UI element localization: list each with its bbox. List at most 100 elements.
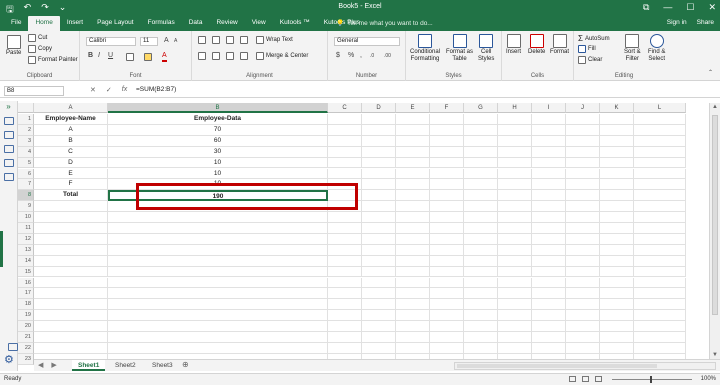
confirm-entry-icon[interactable]: ✓ bbox=[106, 86, 112, 94]
align-left-icon[interactable] bbox=[198, 52, 206, 60]
indent-icon[interactable] bbox=[240, 52, 248, 60]
align-right-icon[interactable] bbox=[226, 52, 234, 60]
cell-g21[interactable] bbox=[464, 332, 498, 343]
cell-j20[interactable] bbox=[566, 321, 600, 332]
row-header-6[interactable]: 6 bbox=[18, 168, 34, 180]
cell-l9[interactable] bbox=[634, 201, 686, 213]
name-manager-icon[interactable] bbox=[4, 131, 14, 139]
cell-k7[interactable] bbox=[600, 179, 634, 191]
scroll-up-icon[interactable]: ▲ bbox=[712, 104, 718, 110]
cell-i16[interactable] bbox=[532, 277, 566, 289]
cell-h11[interactable] bbox=[498, 223, 532, 234]
row-header-12[interactable]: 12 bbox=[18, 233, 34, 245]
number-format-select[interactable]: General bbox=[334, 37, 400, 46]
cell-f10[interactable] bbox=[430, 212, 464, 223]
decrease-decimal-button[interactable]: .00 bbox=[384, 53, 391, 59]
prev-sheet-icon[interactable]: ◀ bbox=[38, 361, 43, 369]
cell-i17[interactable] bbox=[532, 288, 566, 300]
cell-j12[interactable] bbox=[566, 233, 600, 245]
column-header-a[interactable]: A bbox=[34, 103, 108, 113]
cell-e14[interactable] bbox=[396, 255, 430, 267]
cell-c12[interactable] bbox=[328, 233, 362, 245]
cell-j13[interactable] bbox=[566, 244, 600, 256]
format-as-table-button[interactable]: Format as Table bbox=[446, 34, 473, 62]
cell-k13[interactable] bbox=[600, 244, 634, 256]
cell-f15[interactable] bbox=[430, 266, 464, 278]
cell-k12[interactable] bbox=[600, 233, 634, 245]
cell-l10[interactable] bbox=[634, 212, 686, 223]
cell-l13[interactable] bbox=[634, 244, 686, 256]
cell-e13[interactable] bbox=[396, 244, 430, 256]
cell-b2[interactable]: 70 bbox=[108, 124, 328, 136]
cell-h7[interactable] bbox=[498, 179, 532, 191]
cell-a7[interactable]: F bbox=[34, 179, 108, 191]
cell-l20[interactable] bbox=[634, 321, 686, 332]
wrap-text-button[interactable]: Wrap Text bbox=[256, 36, 293, 44]
cell-j21[interactable] bbox=[566, 332, 600, 343]
cell-k10[interactable] bbox=[600, 212, 634, 223]
cell-j2[interactable] bbox=[566, 124, 600, 136]
cell-i8[interactable] bbox=[532, 190, 566, 202]
cell-d6[interactable] bbox=[362, 168, 396, 180]
cell-k19[interactable] bbox=[600, 310, 634, 322]
cell-c1[interactable] bbox=[328, 114, 362, 125]
row-header-19[interactable]: 19 bbox=[18, 310, 34, 322]
cell-l19[interactable] bbox=[634, 310, 686, 322]
cell-a4[interactable]: C bbox=[34, 146, 108, 158]
cell-h6[interactable] bbox=[498, 168, 532, 180]
currency-button[interactable]: $ bbox=[336, 52, 340, 59]
cell-k1[interactable] bbox=[600, 114, 634, 125]
cell-d11[interactable] bbox=[362, 223, 396, 234]
cell-k18[interactable] bbox=[600, 299, 634, 311]
cell-f18[interactable] bbox=[430, 299, 464, 311]
cell-c17[interactable] bbox=[328, 288, 362, 300]
cell-g4[interactable] bbox=[464, 146, 498, 158]
cell-f9[interactable] bbox=[430, 201, 464, 213]
cell-c16[interactable] bbox=[328, 277, 362, 289]
cell-i20[interactable] bbox=[532, 321, 566, 332]
cell-b17[interactable] bbox=[108, 288, 328, 300]
cell-styles-button[interactable]: Cell Styles bbox=[478, 34, 494, 62]
cell-d12[interactable] bbox=[362, 233, 396, 245]
tab-insert[interactable]: Insert bbox=[60, 16, 90, 31]
next-sheet-icon[interactable]: ▶ bbox=[51, 361, 56, 369]
cell-k16[interactable] bbox=[600, 277, 634, 289]
fill-color-icon[interactable] bbox=[144, 53, 152, 61]
cell-k21[interactable] bbox=[600, 332, 634, 343]
cell-g16[interactable] bbox=[464, 277, 498, 289]
column-header-g[interactable]: G bbox=[464, 103, 498, 113]
cell-j1[interactable] bbox=[566, 114, 600, 125]
cell-d13[interactable] bbox=[362, 244, 396, 256]
cell-a12[interactable] bbox=[34, 233, 108, 245]
cell-h8[interactable] bbox=[498, 190, 532, 202]
cell-c21[interactable] bbox=[328, 332, 362, 343]
merge-center-button[interactable]: Merge & Center bbox=[256, 52, 308, 60]
insert-cells-button[interactable]: Insert bbox=[506, 34, 521, 55]
conditional-formatting-button[interactable]: Conditional Formatting bbox=[410, 34, 440, 62]
cell-f3[interactable] bbox=[430, 135, 464, 147]
vertical-scroll-thumb[interactable] bbox=[712, 115, 718, 315]
cell-l16[interactable] bbox=[634, 277, 686, 289]
cell-b4[interactable]: 30 bbox=[108, 146, 328, 158]
cell-d14[interactable] bbox=[362, 255, 396, 267]
cell-b16[interactable] bbox=[108, 277, 328, 289]
tab-kutools[interactable]: Kutools ™ bbox=[273, 16, 317, 31]
row-header-3[interactable]: 3 bbox=[18, 135, 34, 147]
cell-j16[interactable] bbox=[566, 277, 600, 289]
tab-page-layout[interactable]: Page Layout bbox=[90, 16, 141, 31]
cell-c3[interactable] bbox=[328, 135, 362, 147]
font-name-select[interactable]: Calibri bbox=[86, 37, 136, 46]
autosum-button[interactable]: Σ AutoSum bbox=[578, 34, 610, 43]
cell-i15[interactable] bbox=[532, 266, 566, 278]
cell-l3[interactable] bbox=[634, 135, 686, 147]
zoom-slider[interactable] bbox=[612, 376, 692, 383]
cell-i21[interactable] bbox=[532, 332, 566, 343]
comma-button[interactable]: , bbox=[360, 52, 362, 59]
cell-j3[interactable] bbox=[566, 135, 600, 147]
page-layout-view-icon[interactable] bbox=[582, 376, 589, 382]
cell-l4[interactable] bbox=[634, 146, 686, 158]
cell-e19[interactable] bbox=[396, 310, 430, 322]
cell-j8[interactable] bbox=[566, 190, 600, 202]
cell-a3[interactable]: B bbox=[34, 135, 108, 147]
delete-cells-button[interactable]: Delete bbox=[528, 34, 545, 55]
